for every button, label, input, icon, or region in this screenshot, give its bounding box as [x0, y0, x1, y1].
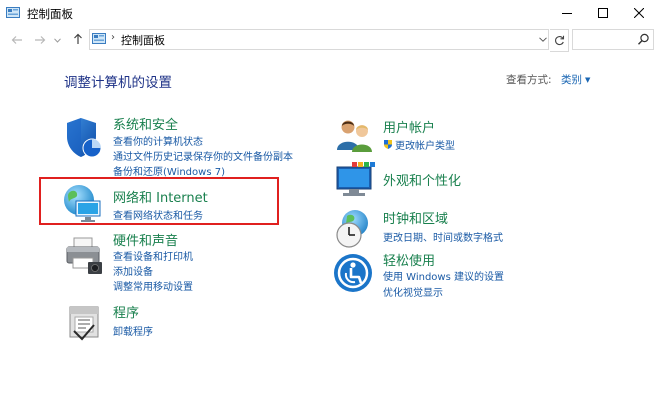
chevron-down-icon [539, 36, 547, 42]
category-title-system-security[interactable]: 系统和安全 [113, 114, 178, 133]
maximize-button[interactable] [584, 0, 622, 26]
category-title-ease-of-access[interactable]: 轻松使用 [383, 250, 435, 269]
link-backup-restore-win7[interactable]: 备份和还原(Windows 7) [113, 163, 225, 178]
highlight-box [39, 177, 279, 225]
link-windows-recommended-settings[interactable]: 使用 Windows 建议的设置 [383, 268, 504, 283]
breadcrumb-control-panel[interactable]: 控制面板 [121, 32, 165, 48]
link-uninstall-program[interactable]: 卸载程序 [113, 323, 153, 338]
programs-icon[interactable] [64, 301, 104, 341]
link-mobility-settings[interactable]: 调整常用移动设置 [113, 278, 193, 293]
refresh-icon [554, 35, 564, 46]
search-input[interactable] [573, 30, 638, 47]
user-accounts-icon[interactable] [335, 117, 375, 153]
uac-shield-icon [384, 140, 392, 149]
back-arrow-icon [11, 36, 22, 44]
category-title-hardware-sound[interactable]: 硬件和声音 [113, 230, 178, 249]
control-panel-icon [92, 33, 106, 44]
address-dropdown-button[interactable] [537, 33, 549, 45]
page-heading: 调整计算机的设置 [64, 75, 172, 91]
up-arrow-icon [74, 33, 82, 44]
link-change-date-time-format[interactable]: 更改日期、时间或数字格式 [383, 229, 503, 244]
up-button[interactable] [70, 31, 86, 47]
title-bar: 控制面板 [0, 0, 663, 26]
category-title-clock-region[interactable]: 时钟和区域 [383, 208, 448, 227]
close-icon [634, 8, 644, 18]
refresh-button[interactable] [550, 29, 569, 52]
appearance-monitor-icon[interactable] [334, 161, 376, 199]
link-change-account-type[interactable]: 更改帐户类型 [383, 137, 455, 152]
window-title: 控制面板 [27, 7, 73, 21]
search-icon[interactable] [637, 33, 650, 46]
category-title-programs[interactable]: 程序 [113, 302, 139, 321]
forward-arrow-icon [35, 36, 46, 44]
printer-icon[interactable] [64, 236, 104, 276]
link-devices-printers[interactable]: 查看设备和打印机 [113, 248, 193, 263]
search-box[interactable] [572, 29, 654, 50]
chevron-down-icon [53, 37, 61, 43]
ease-of-access-icon[interactable] [333, 253, 373, 293]
forward-button[interactable] [32, 32, 48, 48]
category-title-user-accounts[interactable]: 用户帐户 [383, 117, 435, 136]
back-button[interactable] [9, 32, 25, 48]
link-file-history-backup[interactable]: 通过文件历史记录保存你的文件备份副本 [113, 148, 293, 163]
category-title-appearance[interactable]: 外观和个性化 [383, 170, 461, 189]
recent-locations-button[interactable] [52, 32, 62, 48]
link-optimize-visual-display[interactable]: 优化视觉显示 [383, 284, 443, 299]
minimize-button[interactable] [548, 0, 586, 26]
link-add-device[interactable]: 添加设备 [113, 263, 153, 278]
view-by-value[interactable]: 类别 [561, 74, 582, 86]
control-panel-icon [6, 7, 20, 18]
maximize-icon [598, 8, 608, 18]
clock-globe-icon[interactable] [333, 208, 375, 250]
link-change-account-type-label[interactable]: 更改帐户类型 [395, 141, 455, 152]
breadcrumb-separator[interactable]: › [111, 32, 115, 43]
view-by-dropdown[interactable]: 类别 ▼ [561, 72, 590, 87]
address-bar[interactable]: › 控制面板 [89, 29, 549, 50]
close-button[interactable] [620, 0, 658, 26]
link-check-computer-status[interactable]: 查看你的计算机状态 [113, 133, 203, 148]
view-by-label: 查看方式: [506, 74, 552, 86]
dropdown-caret-icon[interactable]: ▼ [585, 76, 590, 84]
minimize-icon [562, 13, 572, 14]
security-shield-icon[interactable] [63, 117, 103, 159]
